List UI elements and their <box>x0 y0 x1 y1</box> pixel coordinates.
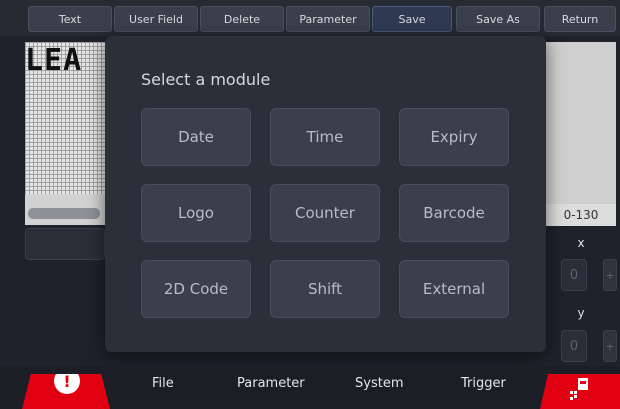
nav-file[interactable]: File <box>152 376 174 391</box>
preview-area <box>546 42 616 209</box>
y-value-field[interactable]: 0 <box>561 330 587 362</box>
module-barcode-button[interactable]: Barcode <box>399 184 509 242</box>
user-field-button[interactable]: User Field <box>114 6 198 32</box>
module-expiry-button[interactable]: Expiry <box>399 108 509 166</box>
y-plus-button[interactable]: + <box>603 330 617 362</box>
toolbar: Text User Field Delete Parameter Save Sa… <box>0 0 620 36</box>
range-indicator: 0-130 <box>546 204 616 226</box>
editor-scrollbar[interactable] <box>28 208 100 219</box>
module-logo-button[interactable]: Logo <box>141 184 251 242</box>
x-label: x <box>577 236 585 250</box>
left-field-panel[interactable] <box>25 228 105 260</box>
module-date-button[interactable]: Date <box>141 108 251 166</box>
return-button[interactable]: Return <box>544 6 616 32</box>
module-counter-button[interactable]: Counter <box>270 184 380 242</box>
alert-button[interactable]: ! <box>22 374 110 409</box>
dot-grid[interactable]: LEA <box>25 42 105 194</box>
x-value-field[interactable]: 0 <box>561 259 587 291</box>
x-plus-button[interactable]: + <box>603 259 617 291</box>
save-button[interactable]: Save <box>372 6 452 32</box>
nav-parameter[interactable]: Parameter <box>237 376 305 391</box>
select-module-dialog: Select a module Date Time Expiry Logo Co… <box>105 36 546 352</box>
module-external-button[interactable]: External <box>399 260 509 318</box>
module-shift-button[interactable]: Shift <box>270 260 380 318</box>
nav-trigger[interactable]: Trigger <box>461 376 506 391</box>
text-button[interactable]: Text <box>28 6 112 32</box>
delete-button[interactable]: Delete <box>200 6 284 32</box>
y-label: y <box>577 306 585 320</box>
printer-icon <box>570 378 588 400</box>
module-2d-code-button[interactable]: 2D Code <box>141 260 251 318</box>
print-button[interactable] <box>540 374 620 409</box>
module-time-button[interactable]: Time <box>270 108 380 166</box>
save-as-button[interactable]: Save As <box>456 6 540 32</box>
nav-system[interactable]: System <box>355 376 403 391</box>
editor-text: LEA <box>25 43 83 78</box>
parameter-button[interactable]: Parameter <box>286 6 370 32</box>
label-editor[interactable]: LEA <box>25 42 105 225</box>
dialog-title: Select a module <box>141 70 271 89</box>
